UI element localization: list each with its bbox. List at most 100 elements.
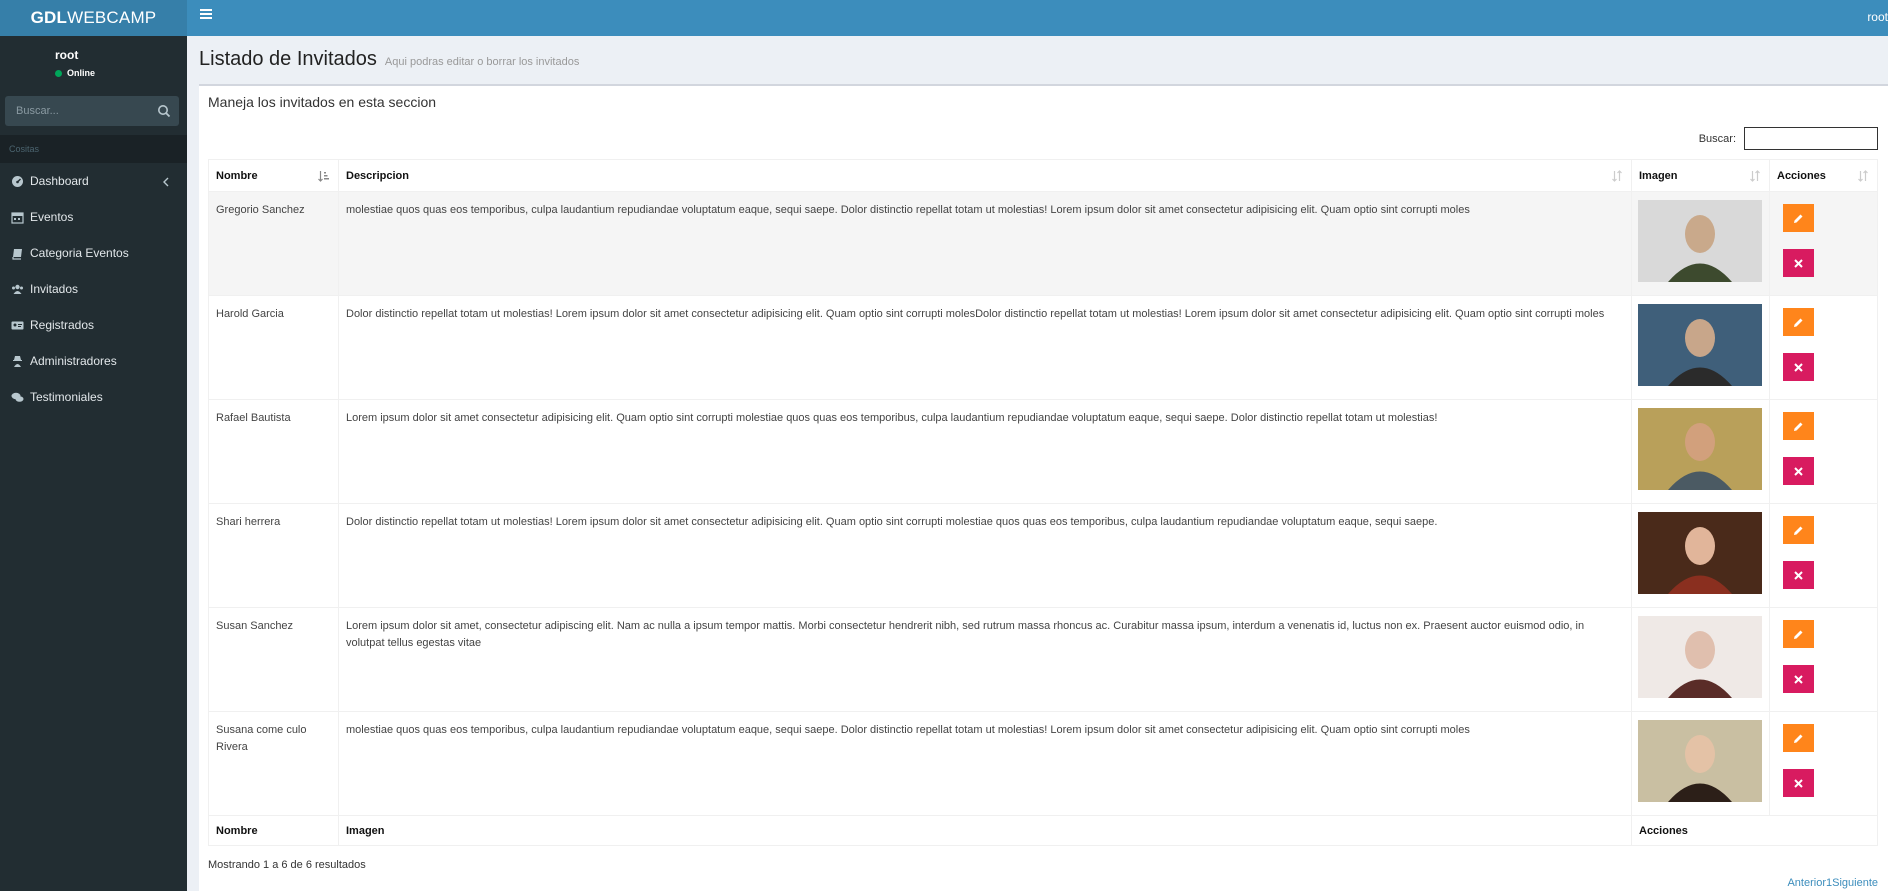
sidebar-toggle-icon[interactable]: [200, 9, 212, 19]
search-icon[interactable]: [157, 104, 171, 118]
sidebar-item-label: Administradores: [30, 354, 117, 368]
guest-photo: [1638, 616, 1762, 698]
table-row: Shari herrera Dolor distinctio repellat t…: [208, 503, 1878, 608]
content-header: Listado de Invitados Aqui podras editar …: [199, 48, 579, 71]
sidebar-item-label: Invitados: [30, 282, 79, 296]
sidebar-search-input[interactable]: [5, 96, 145, 126]
cell-nombre: Rafael Bautista: [208, 399, 339, 504]
sidebar: root Online Cositas Dashboard Eventos Ca…: [0, 36, 187, 891]
close-icon: [1794, 778, 1803, 788]
delete-button[interactable]: [1783, 665, 1814, 693]
sidebar-search: [5, 96, 179, 126]
delete-button[interactable]: [1783, 249, 1814, 277]
footer-imagen: Imagen: [338, 815, 1632, 846]
sidebar-user-name: root: [55, 48, 79, 62]
user-secret-icon: [11, 355, 24, 368]
close-icon: [1794, 674, 1803, 684]
cell-nombre: Shari herrera: [208, 503, 339, 608]
cell-nombre: Gregorio Sanchez: [208, 191, 339, 296]
chevron-left-icon: [162, 176, 170, 187]
table-row: Gregorio Sanchez molestiae quos quas eos …: [208, 191, 1878, 296]
cell-nombre: Harold Garcia: [208, 295, 339, 400]
delete-button[interactable]: [1783, 353, 1814, 381]
filter-label: Buscar:: [1698, 132, 1736, 145]
cell-imagen: [1631, 503, 1770, 608]
edit-button[interactable]: [1783, 308, 1814, 336]
table-row: Susana come culo Rivera molestiae quos qu…: [208, 711, 1878, 816]
pencil-icon: [1794, 734, 1803, 743]
edit-button[interactable]: [1783, 412, 1814, 440]
calendar-icon: [11, 211, 24, 224]
column-header-nombre[interactable]: Nombre: [208, 159, 339, 192]
users-icon: [11, 283, 24, 296]
cell-acciones: [1769, 711, 1878, 816]
table-row: Susan Sanchez Lorem ipsum dolor sit amet,…: [208, 607, 1878, 712]
cell-acciones: [1769, 503, 1878, 608]
pagination: Anterior 1 Siguiente: [1787, 877, 1878, 889]
cell-acciones: [1769, 607, 1878, 712]
sort-icon: [1611, 170, 1623, 182]
sidebar-item-testimoniales[interactable]: Testimoniales: [0, 379, 187, 415]
table-search-input[interactable]: [1744, 127, 1878, 150]
column-header-imagen[interactable]: Imagen: [1631, 159, 1770, 192]
app-logo[interactable]: GDL WEBCAMP: [0, 0, 187, 36]
pagination-next[interactable]: Siguiente: [1832, 877, 1878, 889]
sidebar-item-label: Categoria Eventos: [30, 246, 129, 260]
cell-imagen: [1631, 711, 1770, 816]
cell-imagen: [1631, 191, 1770, 296]
delete-button[interactable]: [1783, 561, 1814, 589]
table-footer-row: Nombre Imagen Acciones: [208, 815, 1878, 846]
pagination-previous[interactable]: Anterior: [1787, 877, 1826, 889]
guest-photo: [1638, 304, 1762, 386]
sidebar-item-administradores[interactable]: Administradores: [0, 343, 187, 379]
column-header-acciones[interactable]: Acciones: [1769, 159, 1878, 192]
edit-button[interactable]: [1783, 204, 1814, 232]
guest-photo: [1638, 200, 1762, 282]
cell-descripcion: Lorem ipsum dolor sit amet, consectetur …: [338, 607, 1632, 712]
online-status-icon: [55, 69, 62, 77]
pencil-icon: [1794, 318, 1803, 327]
edit-button[interactable]: [1783, 620, 1814, 648]
sort-icon: [1857, 170, 1869, 182]
pencil-icon: [1794, 422, 1803, 431]
guest-photo: [1638, 512, 1762, 594]
table-filter: Buscar:: [1699, 127, 1878, 150]
pencil-icon: [1794, 526, 1803, 535]
sidebar-item-categoria-eventos[interactable]: Categoria Eventos: [0, 235, 187, 271]
sidebar-item-invitados[interactable]: Invitados: [0, 271, 187, 307]
comments-icon: [11, 391, 24, 404]
table-row: Harold Garcia Dolor distinctio repellat t…: [208, 295, 1878, 400]
logo-rest-text: WEBCAMP: [67, 8, 157, 27]
sidebar-item-registrados[interactable]: Registrados: [0, 307, 187, 343]
cell-imagen: [1631, 399, 1770, 504]
user-panel: root Online: [0, 36, 187, 88]
guests-box: Maneja los invitados en esta seccion Bus…: [199, 84, 1888, 891]
edit-button[interactable]: [1783, 724, 1814, 752]
sidebar-item-dashboard[interactable]: Dashboard: [0, 163, 187, 199]
sidebar-item-label: Testimoniales: [30, 390, 103, 404]
navbar-user-menu[interactable]: root: [1867, 10, 1888, 24]
top-navbar: root: [187, 0, 1888, 36]
user-status: Online: [55, 68, 95, 78]
delete-button[interactable]: [1783, 769, 1814, 797]
book-icon: [11, 247, 24, 260]
edit-button[interactable]: [1783, 516, 1814, 544]
sort-ascending-icon: [318, 170, 330, 182]
sidebar-item-eventos[interactable]: Eventos: [0, 199, 187, 235]
close-icon: [1794, 258, 1803, 268]
delete-button[interactable]: [1783, 457, 1814, 485]
column-header-descripcion[interactable]: Descripcion: [338, 159, 1632, 192]
table-info: Mostrando 1 a 6 de 6 resultados: [208, 859, 366, 871]
sidebar-menu: Dashboard Eventos Categoria Eventos Invi…: [0, 163, 187, 415]
user-status-label: Online: [67, 68, 96, 78]
cell-acciones: [1769, 295, 1878, 400]
table-row: Rafael Bautista Lorem ipsum dolor sit ame…: [208, 399, 1878, 504]
sidebar-section-header: Cositas: [0, 135, 187, 163]
cell-imagen: [1631, 295, 1770, 400]
guest-photo: [1638, 408, 1762, 490]
cell-acciones: [1769, 191, 1878, 296]
sort-icon: [1749, 170, 1761, 182]
close-icon: [1794, 570, 1803, 580]
footer-acciones: Acciones: [1631, 815, 1878, 846]
close-icon: [1794, 466, 1803, 476]
